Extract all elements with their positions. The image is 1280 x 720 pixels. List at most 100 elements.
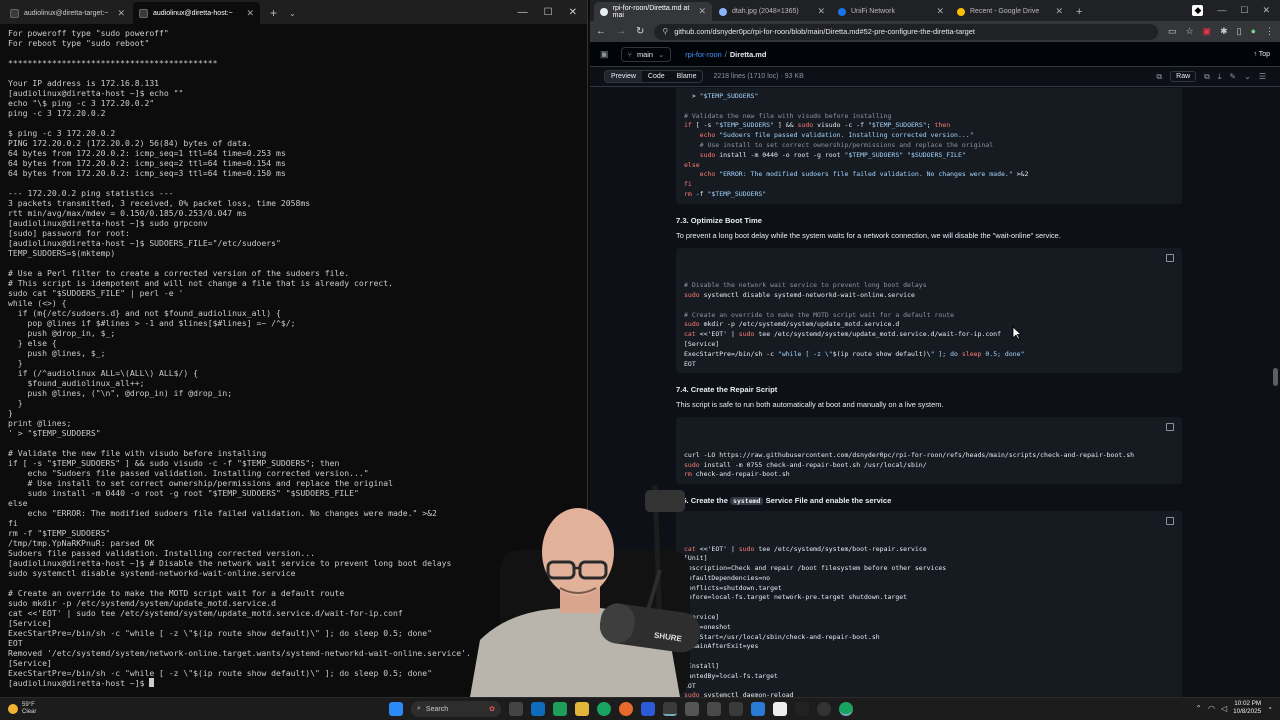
forward-arrow-icon[interactable]: → [616,26,626,37]
address-bar[interactable]: ⚲ github.com/dsnyder0pc/rpi-for-roon/blo… [654,23,1158,40]
terminal-taskbar-icon[interactable] [663,702,677,716]
excel-icon[interactable] [553,702,567,716]
new-tab-plus-icon[interactable]: + [262,6,285,24]
reload-icon[interactable]: ↻ [636,26,644,37]
code-line: sudo mkdir -p /etc/systemd/system/update… [684,320,900,329]
copy-icon[interactable] [1166,423,1174,432]
chrome-icon[interactable] [597,702,611,716]
terminal-line: rtt min/avg/max/mdev = 0.150/0.185/0.253… [8,208,247,218]
code-line: EOT [684,681,696,690]
view-mode-toggle[interactable]: Preview Code Blame [604,70,704,83]
maximize-icon[interactable]: ☐ [1240,5,1248,16]
taskbar-search[interactable]: ⌕ Search ✿ [411,701,501,717]
edit-pencil-icon[interactable]: ✎ [1229,72,1236,81]
file-explorer-icon[interactable] [575,702,589,716]
terminal-tab-target[interactable]: audiolinux@diretta-target:~ ✕ [4,2,131,24]
copy-icon[interactable] [1166,517,1174,526]
terminal-line: } else { [8,338,57,348]
shield-icon[interactable] [751,702,765,716]
app-icon[interactable] [641,702,655,716]
back-arrow-icon[interactable]: ← [596,26,606,37]
close-icon[interactable]: ✕ [936,6,944,17]
code-block-boot-time[interactable]: # Disable the network wait service to pr… [676,247,1182,374]
weather-widget[interactable]: 59°F Clear [0,702,300,716]
firefox-icon[interactable] [619,702,633,716]
terminal-line: push @lines, ("\n", @drop_in) if @drop_i… [8,388,233,398]
minimize-icon[interactable]: — [1217,5,1226,16]
code-block-service-file[interactable]: cat <<'EOT' | sudo tee /etc/systemd/syst… [676,511,1182,697]
maximize-icon[interactable]: ☐ [544,7,553,18]
tray-chevron-icon[interactable]: ⌃ [1195,704,1202,713]
close-icon[interactable]: ✕ [246,8,254,19]
minimize-icon[interactable]: — [518,7,528,18]
app-icon[interactable] [729,702,743,716]
windows-start-icon[interactable] [389,702,403,716]
terminal-icon [139,8,148,18]
copilot-icon[interactable] [531,702,545,716]
clock[interactable]: 10:02 PM 10/8/2025 [1233,700,1261,716]
weather-desc: Clear [22,709,37,715]
download-icon[interactable]: ⤓ [1218,72,1222,82]
wifi-icon[interactable]: ◠ [1208,704,1215,713]
photos-icon[interactable] [685,702,699,716]
code-block-repair-script[interactable]: curl -LO https://raw.githubusercontent.c… [676,417,1182,485]
close-icon[interactable]: ✕ [1262,5,1270,16]
app-icon[interactable] [773,702,787,716]
top-link[interactable]: ↑ Top [1253,51,1270,58]
tab-blame[interactable]: Blame [671,71,703,82]
code-line: ExecStartPre=/bin/sh -c "while [ -z \"$(… [684,349,1025,358]
code-block-validate[interactable]: > "$TEMP_SUDOERS" # Validate the new fil… [676,88,1182,204]
speaker-icon[interactable]: ◁ [1221,704,1227,713]
copy-icon[interactable] [1166,253,1174,262]
outline-list-icon[interactable]: ☰ [1259,72,1266,81]
github-file-header: ▣ ⑂ main ⌄ rpi-for-roon / Diretta.md ↑ T… [590,42,1280,67]
app-icon[interactable] [795,702,809,716]
unifi-icon [838,7,846,16]
terminal-tabbar: audiolinux@diretta-target:~ ✕ audiolinux… [0,0,587,24]
close-icon[interactable]: ✕ [117,8,125,19]
task-view-icon[interactable] [509,702,523,716]
browser-tab-drive[interactable]: Recent - Google Drive ✕ [951,2,1069,21]
terminal-line: if (/^audiolinux ALL=\(ALL\) ALL$/) { [8,368,199,378]
url-text: github.com/dsnyder0pc/rpi-for-roon/blob/… [674,27,975,36]
code-line: cat <<'EOT' | sudo tee /etc/systemd/syst… [684,330,1001,339]
branch-selector[interactable]: ⑂ main ⌄ [620,46,672,62]
site-info-icon[interactable]: ⚲ [662,27,668,36]
new-tab-plus-icon[interactable]: + [1070,6,1088,21]
scrollbar-thumb[interactable] [1273,368,1278,386]
sidebar-toggle-icon[interactable]: ▣ [600,49,609,60]
terminal-tab-host[interactable]: audiolinux@diretta-host:~ ✕ [133,2,260,24]
close-icon[interactable]: ✕ [1055,6,1063,17]
bookmark-star-icon[interactable]: ☆ [1185,26,1193,37]
cast-icon[interactable]: ▭ [1168,26,1177,37]
network-app-icon[interactable] [707,702,721,716]
breadcrumb-repo[interactable]: rpi-for-roon [685,50,722,59]
puzzle-icon[interactable]: ✱ [1220,26,1228,37]
chrome-icon[interactable] [839,702,853,716]
symbols-icon[interactable]: ⧉ [1156,72,1162,82]
tab-preview[interactable]: Preview [605,71,642,82]
chevron-down-icon[interactable]: ⌄ [1244,72,1251,81]
scrollbar[interactable] [1270,88,1280,697]
browser-tab-label: dtah.jpg (2048×1365) [732,8,799,15]
split-view-icon[interactable]: ▯ [1237,26,1242,37]
tab-code[interactable]: Code [642,71,671,82]
profile-avatar[interactable]: ● [1251,26,1256,37]
app-icon[interactable] [817,702,831,716]
terminal-line: push @drop_in, $_; [8,328,116,338]
notification-icon[interactable]: ◔ [1267,704,1272,713]
browser-tab-image[interactable]: dtah.jpg (2048×1365) ✕ [713,2,831,21]
menu-icon[interactable]: ⋮ [1265,26,1274,37]
profile-icon[interactable]: ◆ [1192,5,1204,16]
browser-tab-unifi[interactable]: UniFi Network ✕ [832,2,950,21]
raw-button[interactable]: Raw [1170,71,1197,82]
close-icon[interactable]: ✕ [569,7,577,18]
copy-icon[interactable]: ⧉ [1204,72,1210,82]
extension-icon[interactable]: ▣ [1203,26,1212,37]
chevron-down-icon[interactable]: ⌄ [285,9,300,24]
browser-tab-diretta[interactable]: rpi-for-roon/Diretta.md at mai ✕ [594,2,712,21]
section-heading-7-5: 7.5. Create the systemd Service File and… [676,496,1270,506]
close-icon[interactable]: ✕ [698,6,706,17]
close-icon[interactable]: ✕ [817,6,825,17]
